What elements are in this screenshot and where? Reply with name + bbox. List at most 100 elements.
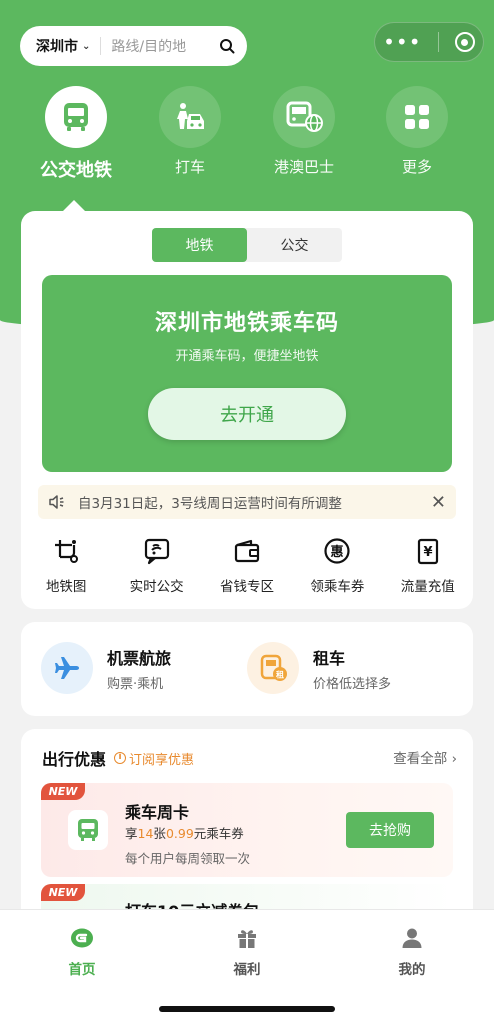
new-badge: NEW: [41, 884, 85, 901]
taxi-icon: [177, 103, 204, 129]
offer-title: 乘车周卡: [125, 803, 190, 822]
offer-weekly-pass[interactable]: NEW 乘车周卡 享14张0.99元乘车券 每个用户每周领取一次 去抢购: [41, 783, 453, 877]
close-miniprogram-icon[interactable]: [454, 32, 475, 52]
cross-border-bus-icon: [286, 101, 323, 132]
service-icon-wrap: [41, 642, 93, 694]
quick-metro-map[interactable]: 地铁图: [21, 537, 111, 595]
service-text: 租车 价格低选择多: [313, 645, 391, 692]
offers-card: 出行优惠 i 订阅享优惠 查看全部 › NEW 乘车周卡 享14张0.99元乘车…: [21, 729, 473, 929]
car-rental-icon: 租: [260, 654, 287, 681]
more-options-icon[interactable]: •••: [383, 32, 421, 52]
miniprogram-capsule: •••: [374, 22, 484, 62]
quick-label: 省钱专区: [219, 579, 274, 595]
gift-icon: [238, 930, 256, 948]
service-subtitle: 购票·乘机: [107, 676, 164, 692]
search-bar[interactable]: 深圳市 ⌄ 路线/目的地: [20, 26, 247, 66]
view-all-link[interactable]: 查看全部 ›: [393, 747, 457, 767]
view-all-label: 查看全部: [393, 751, 448, 767]
offer-desc-suffix: 元乘车券: [193, 826, 244, 841]
realtime-bus-icon: [144, 538, 169, 565]
tab-label: 首页: [68, 962, 96, 978]
activate-button[interactable]: 去开通: [148, 388, 346, 440]
svg-text:租: 租: [276, 670, 284, 680]
nav-icon-wrap: [273, 86, 335, 148]
search-icon[interactable]: [219, 38, 235, 54]
service-title: 机票航旅: [107, 648, 172, 668]
nav-label: 打车: [174, 158, 205, 176]
nav-icon-wrap: [159, 86, 221, 148]
quick-data-topup[interactable]: ¥ 流量充值: [383, 537, 473, 595]
service-icon-wrap: 租: [247, 642, 299, 694]
nav-item-hk-macau-bus[interactable]: 港澳巴士: [259, 86, 349, 177]
yuan-icon: ¥: [417, 538, 438, 565]
segment-bus[interactable]: 公交: [247, 228, 342, 262]
quick-label: 领乘车券: [310, 579, 365, 595]
svg-text:¥: ¥: [423, 545, 432, 560]
speaker-icon: [49, 495, 64, 509]
home-logo-icon: [71, 928, 93, 948]
nav-label: 公交地铁: [40, 160, 112, 181]
services-card: 机票航旅 购票·乘机 租 租车 价格低选择多: [21, 622, 473, 716]
search-input[interactable]: 路线/目的地: [111, 36, 219, 56]
bus-icon: [78, 819, 98, 841]
nav-label: 更多: [401, 158, 432, 176]
quick-label: 地铁图: [45, 579, 87, 595]
offers-header: 出行优惠 i 订阅享优惠: [42, 746, 194, 770]
transit-card: 地铁 公交 深圳市地铁乘车码 开通乘车码，便捷坐地铁 去开通 自3月31日起，3…: [21, 211, 473, 609]
svg-text:惠: 惠: [331, 544, 344, 560]
notice-bar[interactable]: 自3月31日起，3号线周日运营时间有所调整 ✕: [38, 485, 456, 519]
airplane-icon: [55, 657, 79, 679]
grid-icon: [405, 105, 429, 129]
wallet-icon: [234, 539, 260, 563]
metro-code-card: 深圳市地铁乘车码 开通乘车码，便捷坐地铁 去开通: [42, 275, 452, 472]
segment-metro[interactable]: 地铁: [152, 228, 247, 262]
service-text: 机票航旅 购票·乘机: [107, 645, 171, 692]
coupon-icon: 惠: [324, 538, 350, 564]
new-badge: NEW: [41, 783, 85, 800]
grab-button[interactable]: 去抢购: [346, 812, 434, 848]
subscribe-link[interactable]: i 订阅享优惠: [114, 749, 194, 768]
home-indicator: [159, 1006, 335, 1012]
quick-label: 实时公交: [129, 579, 184, 595]
offer-desc-price: 0.99: [165, 826, 194, 841]
capsule-divider: [437, 32, 439, 52]
offers-title: 出行优惠: [42, 750, 107, 769]
tab-label: 福利: [233, 962, 261, 978]
metro-code-subtitle: 开通乘车码，便捷坐地铁: [175, 349, 319, 364]
tab-mine[interactable]: 我的: [372, 926, 452, 978]
subscribe-label: 订阅享优惠: [129, 752, 195, 768]
segment-control: 地铁 公交: [152, 228, 342, 262]
quick-realtime-bus[interactable]: 实时公交: [111, 537, 201, 595]
nav-item-bus-metro[interactable]: 公交地铁: [31, 86, 121, 182]
notice-text: 自3月31日起，3号线周日运营时间有所调整: [78, 496, 342, 512]
close-icon[interactable]: ✕: [431, 492, 446, 513]
tab-label: 我的: [398, 962, 426, 978]
quick-coupon[interactable]: 惠 领乘车券: [292, 537, 382, 595]
city-selector[interactable]: 深圳市 ⌄: [36, 36, 90, 56]
service-flights[interactable]: 机票航旅 购票·乘机: [41, 642, 171, 694]
service-car-rental[interactable]: 租 租车 价格低选择多: [247, 642, 391, 694]
tab-home[interactable]: 首页: [42, 926, 122, 978]
quick-savings[interactable]: 省钱专区: [202, 537, 292, 595]
offer-description: 享14张0.99元乘车券: [125, 823, 244, 842]
city-label: 深圳市: [36, 39, 78, 55]
service-subtitle: 价格低选择多: [313, 676, 392, 692]
offer-desc-mid: 张: [153, 826, 166, 841]
nav-item-taxi[interactable]: 打车: [145, 86, 235, 177]
top-navigation: 公交地铁 打车 港澳巴士 更多: [0, 86, 494, 196]
offer-desc-count: 14: [137, 826, 154, 841]
quick-label: 流量充值: [400, 579, 455, 595]
metro-map-icon: [55, 540, 79, 563]
offer-desc-prefix: 享: [125, 826, 138, 841]
nav-label: 港澳巴士: [273, 158, 334, 176]
tab-benefits[interactable]: 福利: [207, 926, 287, 978]
info-icon: i: [114, 752, 127, 764]
user-icon: [402, 928, 422, 948]
nav-icon-wrap: [45, 86, 107, 148]
divider: [100, 37, 102, 55]
offer-note: 每个用户每周领取一次: [125, 851, 251, 866]
nav-item-more[interactable]: 更多: [372, 86, 462, 177]
metro-code-title: 深圳市地铁乘车码: [154, 311, 339, 336]
nav-icon-wrap: [386, 86, 448, 148]
service-title: 租车: [313, 648, 346, 668]
